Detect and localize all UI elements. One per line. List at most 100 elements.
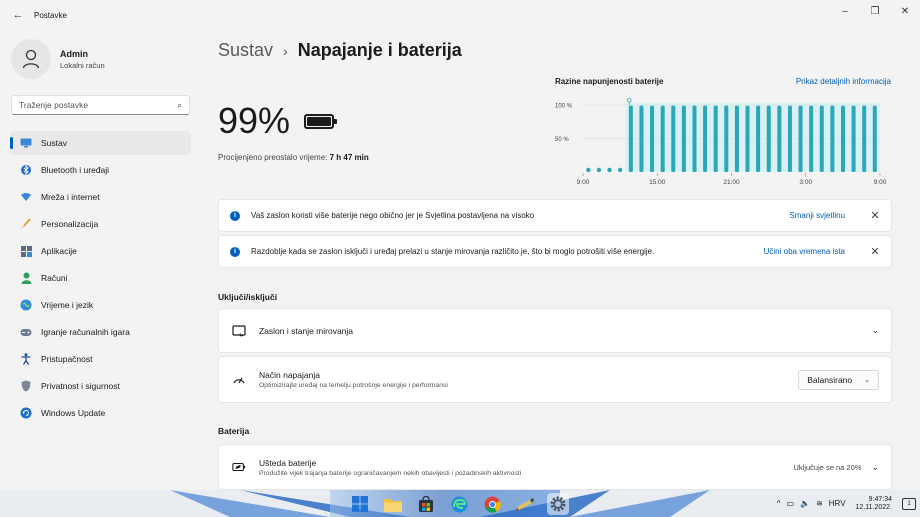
system-tray: ^ ▭ 🔈 ≋ HRV 9:47:34 12.11.2022. 1 <box>771 490 916 517</box>
chart-bar <box>724 105 729 172</box>
sidebar-item-label: Aplikacije <box>41 246 77 256</box>
dropdown-value: Balansirano <box>807 374 853 385</box>
battery-tray-icon[interactable]: ▭ <box>787 499 795 508</box>
apps-icon <box>20 245 32 257</box>
screen-sleep-icon <box>232 324 246 338</box>
chart-dot <box>607 167 612 173</box>
wifi-icon <box>20 191 32 203</box>
sidebar-item-mre-a-i-internet[interactable]: Mreža i internet <box>10 185 191 209</box>
chrome-icon[interactable] <box>481 493 503 515</box>
restore-button[interactable]: ❐ <box>860 0 890 22</box>
clock[interactable]: 9:47:34 12.11.2022. <box>856 496 892 511</box>
sidebar-item-aplikacije[interactable]: Aplikacije <box>10 239 191 263</box>
power-mode-card: Način napajanja Optimizirajte uređaj na … <box>218 356 892 403</box>
close-button[interactable]: ✕ <box>890 0 920 22</box>
battery-saver-status: Uključuje se na 20% <box>793 462 862 472</box>
power-mode-dropdown[interactable]: Balansirano ⌄ <box>798 369 879 390</box>
volume-icon[interactable]: 🔈 <box>800 499 810 508</box>
chart-bar <box>660 105 665 172</box>
wifi-icon[interactable]: ≋ <box>816 499 823 508</box>
back-arrow-icon[interactable]: ← <box>10 7 26 23</box>
battery-percent: 99% <box>218 100 291 141</box>
search-icon[interactable]: ⌕ <box>177 100 182 111</box>
battery-saver-icon <box>232 460 246 474</box>
chart-bar <box>766 105 771 172</box>
paint-icon[interactable] <box>514 493 536 515</box>
monitor-icon <box>20 137 32 149</box>
chevron-down-icon[interactable]: ⌄ <box>871 325 879 336</box>
screen-sleep-card[interactable]: Zaslon i stanje mirovanja ⌄ <box>218 308 892 353</box>
card-subtitle: Produžite vijek trajanja baterije ograni… <box>259 469 522 477</box>
clock-date: 12.11.2022. <box>855 504 892 511</box>
sidebar-item-label: Vrijeme i jezik <box>41 300 94 310</box>
sidebar-item-privatnost-i-sigurnost[interactable]: Privatnost i sigurnost <box>10 374 191 398</box>
taskbar-apps <box>349 493 580 515</box>
sidebar-item-label: Windows Update <box>41 408 106 418</box>
sidebar-item-label: Računi <box>41 273 68 283</box>
y-tick-label: 100 % <box>555 104 573 110</box>
sidebar-item-label: Sustav <box>41 138 67 148</box>
sidebar-item-windows-update[interactable]: Windows Update <box>10 401 191 425</box>
minimize-button[interactable]: – <box>830 0 860 22</box>
sidebar-item-bluetooth-i-ure-aji[interactable]: Bluetooth i uređaji <box>10 158 191 182</box>
reduce-brightness-link[interactable]: Smanji svjetlinu <box>789 211 845 220</box>
infobar-text: Razdoblje kada se zaslon isključi i uređ… <box>251 247 655 256</box>
detailed-info-link[interactable]: Prikaz detaljnih informacija <box>796 77 891 86</box>
chart-bar <box>862 105 867 172</box>
notification-icon[interactable]: 1 <box>902 497 916 510</box>
bluetooth-icon <box>20 164 32 176</box>
x-tick-label: 21:00 <box>723 179 740 186</box>
chart-bar <box>819 105 824 172</box>
settings-icon[interactable] <box>547 493 569 515</box>
chart-bar <box>851 105 856 172</box>
sidebar-item-personalizacija[interactable]: Personalizacija <box>10 212 191 236</box>
tray-chevron-icon[interactable]: ^ <box>777 499 781 508</box>
avatar <box>11 39 51 79</box>
y-tick-label: 50 % <box>555 137 569 143</box>
card-title: Zaslon i stanje mirovanja <box>259 325 354 336</box>
taskbar: ^ ▭ 🔈 ≋ HRV 9:47:34 12.11.2022. 1 <box>0 490 920 517</box>
battery-icon <box>304 113 338 129</box>
info-icon: i <box>230 210 240 221</box>
brightness-infobar: i Vaš zaslon koristi više baterije nego … <box>218 199 892 232</box>
user-profile[interactable]: Admin Lokalni račun <box>11 39 105 79</box>
battery-level-chart: 100 % 50 % ⚲ 9:00 15:00 21:00 3:00 9:00 <box>555 97 887 186</box>
chart-bar <box>756 105 761 172</box>
windows-start-icon[interactable] <box>349 493 371 515</box>
search-input[interactable]: Traženje postavke ⌕ <box>11 95 190 115</box>
sidebar-item-label: Privatnost i sigurnost <box>41 381 120 391</box>
sidebar-item-pristupa-nost[interactable]: Pristupačnost <box>10 347 191 371</box>
sidebar-item-vrijeme-i-jezik[interactable]: Vrijeme i jezik <box>10 293 191 317</box>
chart-bar <box>703 105 708 172</box>
chart-bar <box>745 105 750 172</box>
power-mode-icon <box>232 373 246 387</box>
breadcrumb-parent[interactable]: Sustav <box>218 40 273 61</box>
language-indicator[interactable]: HRV <box>829 499 846 508</box>
sidebar-item-ra-uni[interactable]: Računi <box>10 266 191 290</box>
section-battery-label: Baterija <box>218 426 250 436</box>
page-title: Napajanje i baterija <box>297 40 462 60</box>
store-icon[interactable] <box>415 493 437 515</box>
close-icon[interactable]: ✕ <box>869 209 881 222</box>
sidebar: Admin Lokalni račun Traženje postavke ⌕ … <box>0 30 200 490</box>
person-icon <box>20 272 32 284</box>
chart-bar <box>671 105 676 172</box>
breadcrumb: Sustav › Napajanje i baterija <box>218 40 462 61</box>
chevron-down-icon[interactable]: ⌄ <box>871 462 879 473</box>
profile-subtitle: Lokalni račun <box>60 60 105 70</box>
search-placeholder: Traženje postavke <box>19 100 89 110</box>
chart-bar <box>628 105 633 172</box>
close-icon[interactable]: ✕ <box>869 245 881 258</box>
breadcrumb-separator: › <box>283 43 288 59</box>
make-times-same-link[interactable]: Učini oba vremena ista <box>764 247 845 256</box>
sidebar-item-label: Pristupačnost <box>41 354 93 364</box>
chart-bar <box>809 105 814 172</box>
sidebar-item-sustav[interactable]: Sustav <box>10 131 191 155</box>
file-explorer-icon[interactable] <box>382 493 404 515</box>
card-title: Način napajanja <box>259 370 320 380</box>
x-tick-label: 3:00 <box>799 179 812 186</box>
battery-saver-card[interactable]: Ušteda baterije Produžite vijek trajanja… <box>218 444 892 490</box>
chart-bar <box>713 105 718 172</box>
sidebar-item-igranje-ra-unalnih-igara[interactable]: Igranje računalnih igara <box>10 320 191 344</box>
edge-icon[interactable] <box>448 493 470 515</box>
